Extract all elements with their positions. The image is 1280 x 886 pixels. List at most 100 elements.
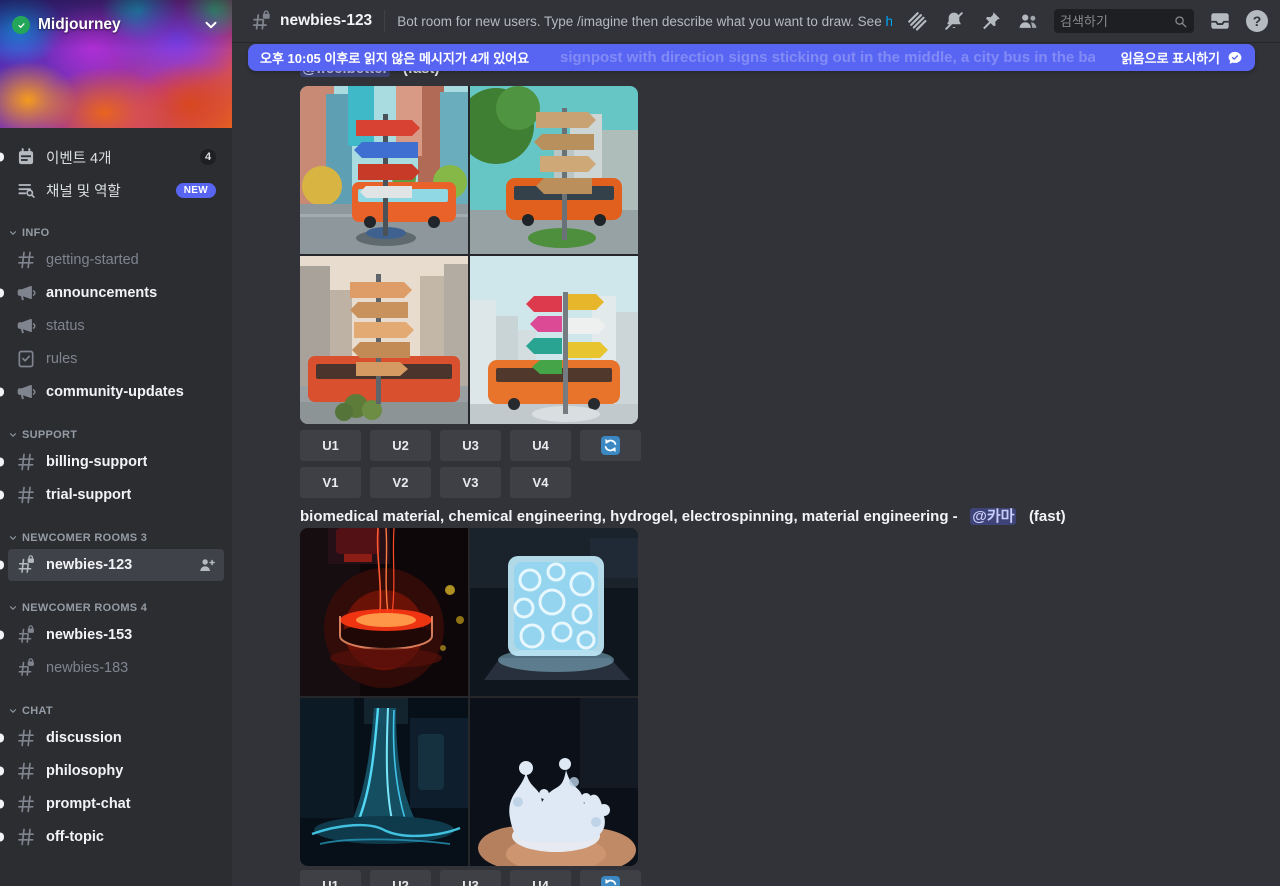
section-header-support[interactable]: SUPPORT <box>0 424 232 446</box>
channel-label: status <box>46 318 85 334</box>
member-list-icon[interactable] <box>1017 10 1039 32</box>
channel-newbies-153[interactable]: newbies-153 <box>0 619 224 651</box>
events-count-badge: 4 <box>200 149 216 165</box>
search-icon <box>1173 14 1188 29</box>
channel-label: billing-support <box>46 454 148 470</box>
hash-lock-icon <box>16 555 36 575</box>
channel-prompt-chat[interactable]: prompt-chat <box>0 788 224 820</box>
channel-newbies-183[interactable]: newbies-183 <box>8 652 224 684</box>
u1-button[interactable]: U1 <box>300 870 361 886</box>
obscured-prompt-text: signpost with direction signs sticking o… <box>560 49 1095 66</box>
channel-philosophy[interactable]: philosophy <box>0 755 224 787</box>
u1-button[interactable]: U1 <box>300 430 361 461</box>
new-badge: NEW <box>175 182 216 198</box>
threads-icon[interactable] <box>906 10 928 32</box>
divider <box>384 10 386 32</box>
u4-button[interactable]: U4 <box>510 430 571 461</box>
server-header[interactable]: Midjourney <box>0 0 232 50</box>
channel-header: newbies-123 Bot room for new users. Type… <box>232 0 1280 42</box>
generated-image-4[interactable] <box>470 698 638 866</box>
mark-as-read-label: 읽음으로 표시하기 <box>1120 51 1220 66</box>
u3-button[interactable]: U3 <box>440 870 501 886</box>
channel-label: community-updates <box>46 384 184 400</box>
section-header-info[interactable]: INFO <box>0 222 232 244</box>
generated-image-3[interactable] <box>300 256 468 424</box>
search-box[interactable] <box>1054 9 1194 33</box>
v1-button[interactable]: V1 <box>300 467 361 498</box>
generated-image-4[interactable] <box>470 256 638 424</box>
unread-pill <box>0 288 4 298</box>
pinned-messages-icon[interactable] <box>980 10 1002 32</box>
hash-icon <box>16 827 36 847</box>
server-name: Midjourney <box>38 16 121 33</box>
help-glyph: ? <box>1252 13 1262 29</box>
channel-rules[interactable]: rules <box>8 343 224 375</box>
section-title: INFO <box>22 227 50 239</box>
u4-button[interactable]: U4 <box>510 870 571 886</box>
generated-image-1[interactable] <box>300 86 468 254</box>
inbox-icon[interactable] <box>1209 10 1231 32</box>
channel-billing-support[interactable]: billing-support <box>0 446 224 478</box>
v3-button[interactable]: V3 <box>440 467 501 498</box>
v4-button[interactable]: V4 <box>510 467 571 498</box>
unread-bar-text: 오후 10:05 이후로 읽지 않은 메시지가 4개 있어요 <box>260 51 530 66</box>
hash-icon <box>16 485 36 505</box>
section-header-chat[interactable]: CHAT <box>0 700 232 722</box>
u3-button[interactable]: U3 <box>440 430 501 461</box>
signpost-city-scene-2 <box>470 86 638 254</box>
reroll-button[interactable] <box>580 870 641 886</box>
bubble-check-icon <box>1227 50 1243 66</box>
prompt-text: biomedical material, chemical engineerin… <box>300 508 958 525</box>
sidebar-item-channels-roles[interactable]: 채널 및 역할 NEW <box>8 174 224 206</box>
hash-icon <box>16 250 36 270</box>
hash-lock-icon <box>16 625 36 645</box>
topic-link[interactable]: htt… <box>885 14 892 29</box>
unread-messages-bar[interactable]: 오후 10:05 이후로 읽지 않은 메시지가 4개 있어요 signpost … <box>248 44 1255 71</box>
channel-newbies-123[interactable]: newbies-123 <box>0 549 224 581</box>
v2-button[interactable]: V2 <box>370 467 431 498</box>
channel-status[interactable]: status <box>8 310 224 342</box>
chevron-down-icon <box>8 430 18 440</box>
megaphone-icon <box>16 316 36 336</box>
channel-title: newbies-123 <box>280 12 373 29</box>
channel-community-updates[interactable]: community-updates <box>0 376 224 408</box>
generated-image-2[interactable] <box>470 86 638 254</box>
generated-image-2[interactable] <box>470 528 638 696</box>
section-title: SUPPORT <box>22 429 78 441</box>
search-input[interactable] <box>1060 13 1169 29</box>
u2-button[interactable]: U2 <box>370 870 431 886</box>
generated-image-1[interactable] <box>300 528 468 696</box>
reroll-button[interactable] <box>580 430 641 461</box>
chevron-down-icon <box>8 533 18 543</box>
channel-label: newbies-123 <box>46 557 133 573</box>
megaphone-icon <box>16 382 36 402</box>
channel-getting-started[interactable]: getting-started <box>8 244 224 276</box>
section-header-newcomer-rooms-4[interactable]: NEWCOMER ROOMS 4 <box>0 597 232 619</box>
channel-label: newbies-183 <box>46 660 129 676</box>
message-2-upscale-row: U1 U2 U3 U4 <box>300 870 641 886</box>
invite-members-icon[interactable] <box>198 556 216 574</box>
message-1-image-grid <box>300 86 638 424</box>
fast-mode-label: (fast) <box>1028 508 1066 525</box>
cyan-gel-pour-scene <box>300 698 468 866</box>
channel-topic[interactable]: Bot room for new users. Type /imagine th… <box>397 14 892 29</box>
hash-icon <box>16 728 36 748</box>
mark-as-read-button[interactable]: 읽음으로 표시하기 <box>1121 48 1243 67</box>
help-icon[interactable]: ? <box>1246 10 1268 32</box>
user-mention[interactable]: @카마 <box>970 508 1017 525</box>
signpost-city-scene-3 <box>300 256 468 424</box>
channel-label: rules <box>46 351 78 367</box>
sidebar-item-events[interactable]: 이벤트 4개 4 <box>0 141 224 173</box>
section-header-newcomer-rooms-3[interactable]: NEWCOMER ROOMS 3 <box>0 527 232 549</box>
chevron-down-icon <box>8 706 18 716</box>
unread-pill <box>0 387 4 397</box>
unread-pill <box>0 560 4 570</box>
channel-label: prompt-chat <box>46 796 131 812</box>
notifications-muted-icon[interactable] <box>943 10 965 32</box>
u2-button[interactable]: U2 <box>370 430 431 461</box>
channel-off-topic[interactable]: off-topic <box>0 821 224 853</box>
channel-trial-support[interactable]: trial-support <box>0 479 224 511</box>
generated-image-3[interactable] <box>300 698 468 866</box>
channel-announcements[interactable]: announcements <box>0 277 224 309</box>
channel-discussion[interactable]: discussion <box>0 722 224 754</box>
